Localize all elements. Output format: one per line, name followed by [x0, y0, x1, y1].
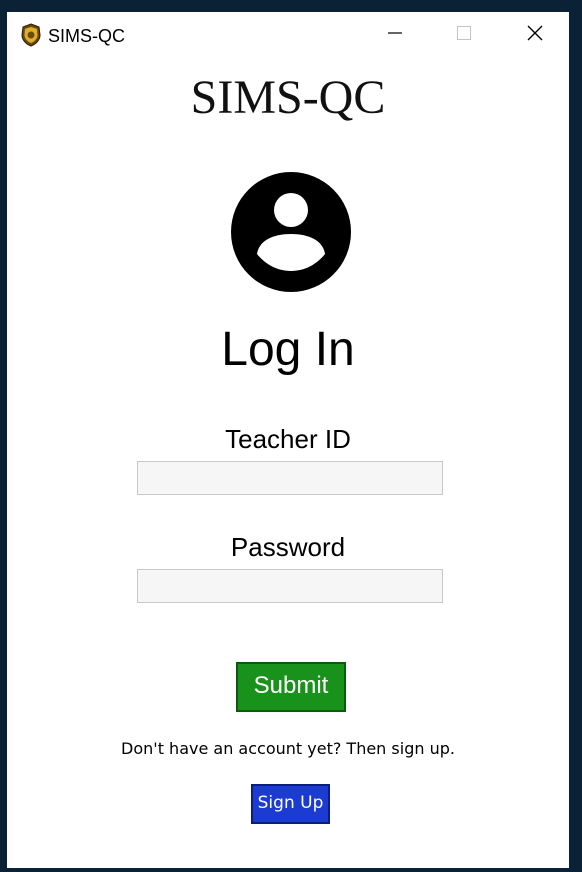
- close-icon: [526, 24, 544, 47]
- minimize-button[interactable]: [365, 12, 425, 58]
- app-heading: SIMS-QC: [190, 71, 386, 124]
- signup-prompt: Don't have an account yet? Then sign up.: [121, 739, 455, 758]
- teacher-id-input[interactable]: [137, 461, 443, 495]
- maximize-button[interactable]: [434, 12, 494, 58]
- badge-icon: [19, 23, 43, 47]
- maximize-icon: [456, 25, 472, 46]
- user-circle-icon: [229, 170, 353, 294]
- close-button[interactable]: [505, 12, 565, 58]
- password-input[interactable]: [137, 569, 443, 603]
- window-title: SIMS-QC: [48, 26, 126, 46]
- title-bar[interactable]: SIMS-QC: [7, 12, 569, 58]
- login-window: SIMS-QC SIMS-QC Log In Teacher ID Passwo…: [7, 12, 569, 868]
- sign-up-button[interactable]: Sign Up: [251, 784, 330, 824]
- submit-button[interactable]: Submit: [236, 662, 346, 712]
- teacher-id-label: Teacher ID: [225, 424, 351, 454]
- password-label: Password: [230, 532, 346, 562]
- minimize-icon: [387, 25, 403, 46]
- login-title: Log In: [221, 323, 355, 376]
